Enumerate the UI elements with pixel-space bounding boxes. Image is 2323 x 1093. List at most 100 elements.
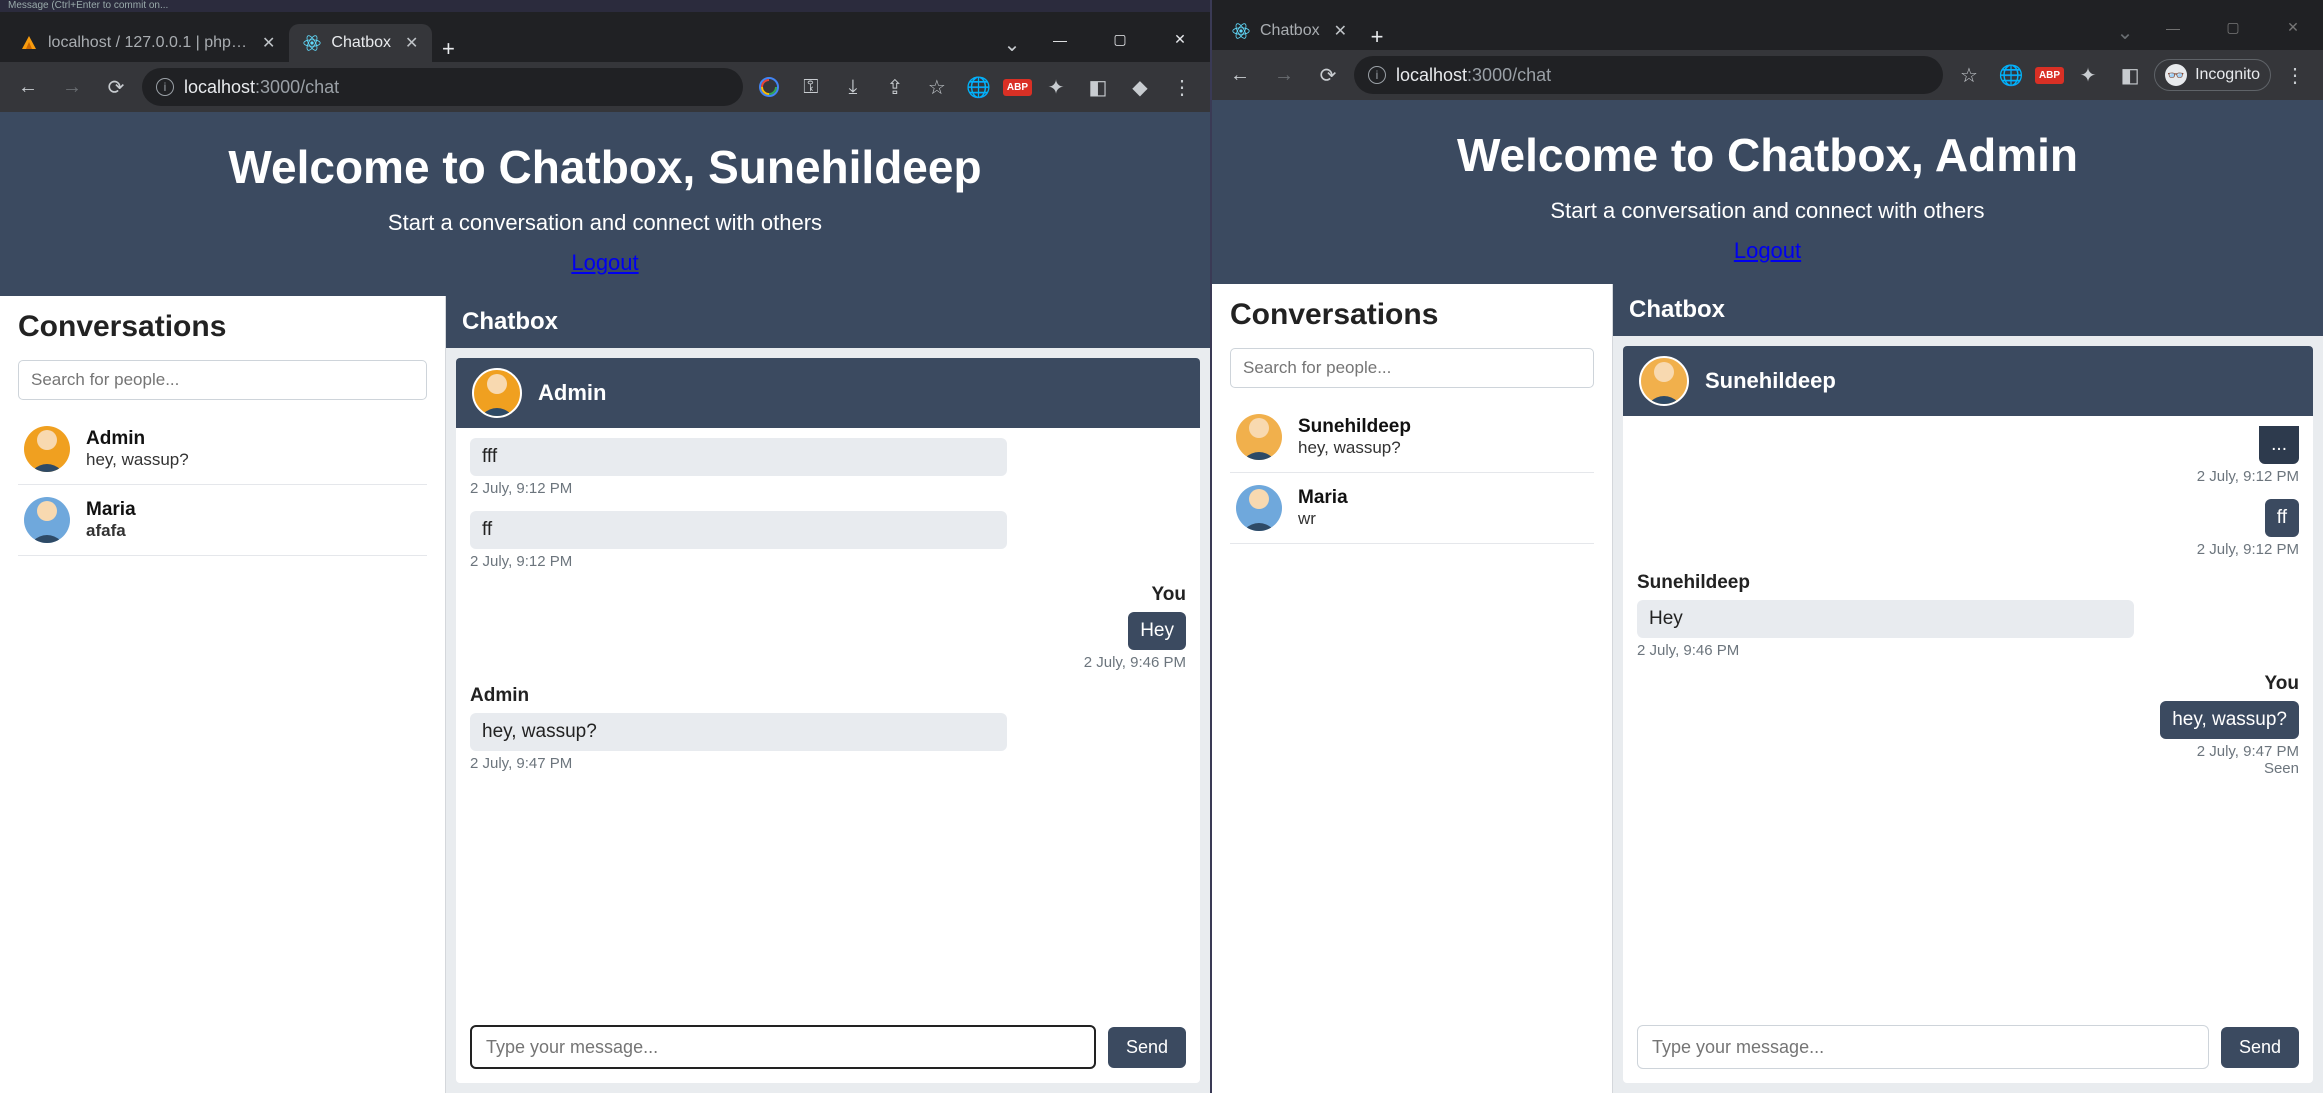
translate-globe-icon[interactable]: 🌐	[1993, 57, 2029, 93]
share-icon[interactable]: ⇪	[877, 69, 913, 105]
reload-button[interactable]: ⟳	[1310, 57, 1346, 93]
browser-tab[interactable]: Chatbox✕	[289, 24, 432, 62]
avatar	[1236, 414, 1282, 460]
conversation-name: Admin	[86, 428, 189, 450]
browser-toolbar: ← → ⟳ i localhost:3000/chat ☆ 🌐 ABP ✦ ◧ …	[1212, 50, 2323, 100]
window-maximize-button[interactable]: ▢	[2203, 5, 2263, 50]
message-bubble: ff	[2265, 499, 2299, 537]
extensions-puzzle-icon[interactable]: ✦	[1038, 69, 1074, 105]
logout-link[interactable]: Logout	[571, 250, 638, 276]
conversations-sidebar: Conversations Sunehildeephey, wassup?Mar…	[1212, 284, 1612, 1093]
address-bar[interactable]: i localhost:3000/chat	[142, 68, 743, 106]
send-button[interactable]: Send	[2221, 1027, 2299, 1068]
conversation-last-message: afafa	[86, 521, 136, 541]
peer-name: Admin	[538, 380, 606, 406]
message-sender: Sunehildeep	[1637, 572, 2299, 594]
tab-search-chevron-icon[interactable]: ⌄	[2107, 14, 2143, 50]
adblock-extension-icon[interactable]: ABP	[1003, 79, 1032, 96]
incognito-icon: 👓	[2165, 64, 2187, 86]
message-sender: You	[1152, 584, 1186, 606]
incognito-label: Incognito	[2195, 66, 2260, 84]
new-tab-button[interactable]: +	[1361, 24, 1393, 50]
hero-subtitle: Start a conversation and connect with ot…	[1222, 198, 2313, 224]
conversation-item[interactable]: Adminhey, wassup?	[18, 414, 427, 485]
site-info-icon[interactable]: i	[1368, 66, 1386, 84]
message-time: 2 July, 9:12 PM	[470, 480, 1186, 497]
url-host: localhost	[184, 77, 255, 97]
window-minimize-button[interactable]: —	[1030, 17, 1090, 62]
window-close-button[interactable]: ✕	[1150, 17, 1210, 62]
conversation-name: Maria	[1298, 487, 1348, 509]
conversation-item[interactable]: Mariawr	[1230, 473, 1594, 544]
google-account-icon[interactable]	[751, 69, 787, 105]
tab-close-icon[interactable]: ✕	[262, 33, 275, 53]
extensions-puzzle-icon[interactable]: ✦	[2070, 57, 2106, 93]
search-people-input[interactable]	[18, 360, 427, 400]
window-minimize-button[interactable]: —	[2143, 5, 2203, 50]
chat-app: Welcome to Chatbox, Admin Start a conver…	[1212, 100, 2323, 1093]
tab-title: localhost / 127.0.0.1 | phpMyAd...	[48, 34, 248, 52]
adblock-extension-icon[interactable]: ABP	[2035, 67, 2064, 84]
chat-main-panel: Chatbox Sunehildeep ...2 July, 9:12 PMff…	[1612, 284, 2323, 1093]
message-composer: Send	[456, 1015, 1200, 1083]
incognito-indicator[interactable]: 👓 Incognito	[2154, 59, 2271, 91]
message-group: ff 2 July, 9:12 PM	[1637, 499, 2299, 558]
messages-scroll[interactable]: fff2 July, 9:12 PMff2 July, 9:12 PMYouHe…	[456, 428, 1200, 1015]
window-close-button[interactable]: ✕	[2263, 5, 2323, 50]
hero-banner: Welcome to Chatbox, Sunehildeep Start a …	[0, 112, 1210, 296]
chat-header: Sunehildeep	[1623, 346, 2313, 416]
browser-menu-icon[interactable]: ⋮	[2277, 57, 2313, 93]
conversation-last-message: hey, wassup?	[1298, 438, 1411, 458]
forward-button[interactable]: →	[54, 69, 90, 105]
password-key-icon[interactable]: ⚿	[793, 69, 829, 105]
conversation-name: Sunehildeep	[1298, 416, 1411, 438]
peer-avatar	[472, 368, 522, 418]
tab-favicon-icon	[20, 34, 38, 52]
browser-menu-icon[interactable]: ⋮	[1164, 69, 1200, 105]
send-button[interactable]: Send	[1108, 1027, 1186, 1068]
conversation-item[interactable]: Sunehildeephey, wassup?	[1230, 402, 1594, 473]
site-info-icon[interactable]: i	[156, 78, 174, 96]
tab-strip: Chatbox ✕ + ⌄ — ▢ ✕	[1212, 0, 2323, 50]
back-button[interactable]: ←	[10, 69, 46, 105]
new-tab-button[interactable]: +	[432, 36, 464, 62]
install-app-icon[interactable]: ⤓	[835, 69, 871, 105]
search-people-input[interactable]	[1230, 348, 1594, 388]
tab-search-chevron-icon[interactable]: ⌄	[994, 26, 1030, 62]
tab-close-icon[interactable]: ✕	[1334, 21, 1347, 41]
browser-tab[interactable]: Chatbox ✕	[1218, 12, 1361, 50]
conversation-name: Maria	[86, 499, 136, 521]
browser-tab[interactable]: localhost / 127.0.0.1 | phpMyAd... ✕	[6, 24, 289, 62]
bookmark-star-icon[interactable]: ☆	[1951, 57, 1987, 93]
window-maximize-button[interactable]: ▢	[1090, 17, 1150, 62]
back-button[interactable]: ←	[1222, 57, 1258, 93]
message-input[interactable]	[1637, 1025, 2209, 1069]
message-bubble: hey, wassup?	[470, 713, 1007, 751]
message-time: 2 July, 9:12 PM	[2197, 541, 2299, 558]
chat-panel-title: Chatbox	[1613, 284, 2323, 336]
chat-main-panel: Chatbox Admin fff2 July, 9:12 PMff2 July…	[445, 296, 1210, 1093]
translate-globe-icon[interactable]: 🌐	[961, 69, 997, 105]
hero-banner: Welcome to Chatbox, Admin Start a conver…	[1212, 100, 2323, 284]
extension-icon[interactable]: ◆	[1122, 69, 1158, 105]
bookmark-star-icon[interactable]: ☆	[919, 69, 955, 105]
hero-title: Welcome to Chatbox, Admin	[1222, 128, 2313, 182]
message-input[interactable]	[470, 1025, 1096, 1069]
url-path: :3000/chat	[255, 77, 339, 97]
conversation-item[interactable]: Mariaafafa	[18, 485, 427, 556]
tab-favicon-icon	[303, 34, 321, 52]
tab-title: Chatbox	[1260, 22, 1320, 40]
side-panel-icon[interactable]: ◧	[1080, 69, 1116, 105]
chat-app: Welcome to Chatbox, Sunehildeep Start a …	[0, 112, 1210, 1093]
logout-link[interactable]: Logout	[1734, 238, 1801, 264]
message-time: 2 July, 9:47 PM	[2197, 743, 2299, 760]
avatar	[1236, 485, 1282, 531]
browser-toolbar: ← → ⟳ i localhost:3000/chat ⚿ ⤓ ⇪ ☆ 🌐 AB…	[0, 62, 1210, 112]
address-bar[interactable]: i localhost:3000/chat	[1354, 56, 1943, 94]
conversations-sidebar: Conversations Adminhey, wassup?Mariaafaf…	[0, 296, 445, 1093]
reload-button[interactable]: ⟳	[98, 69, 134, 105]
side-panel-icon[interactable]: ◧	[2112, 57, 2148, 93]
tab-close-icon[interactable]: ✕	[405, 33, 418, 53]
forward-button[interactable]: →	[1266, 57, 1302, 93]
messages-scroll[interactable]: ...2 July, 9:12 PMff2 July, 9:12 PMSuneh…	[1623, 416, 2313, 1015]
